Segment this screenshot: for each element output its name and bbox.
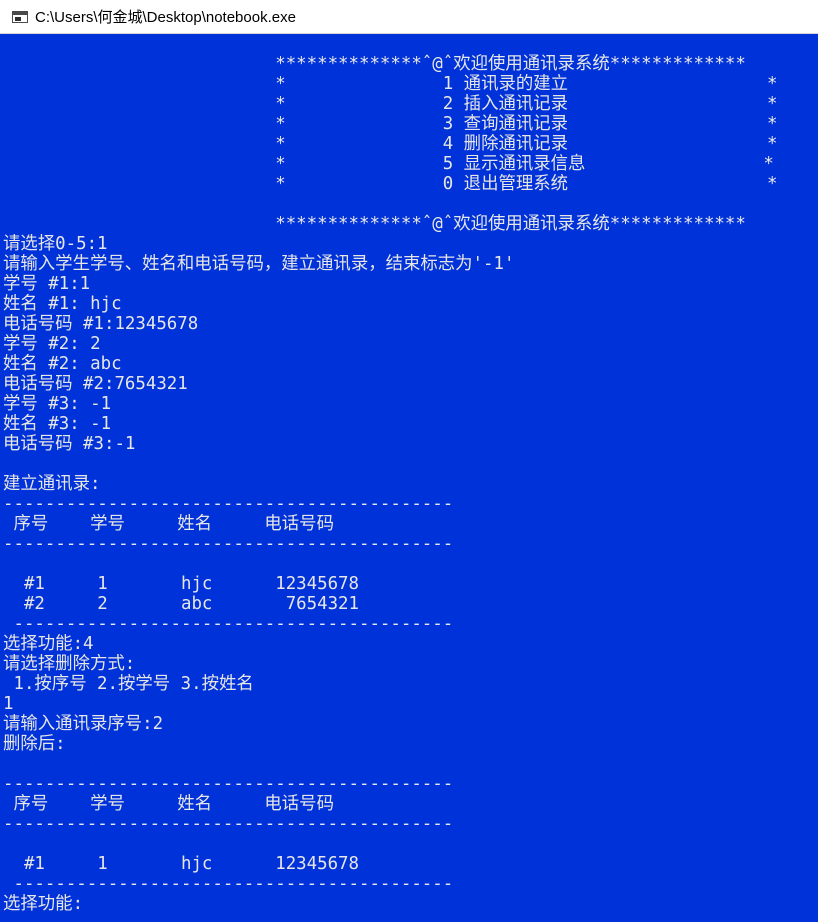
console-line: ----------------------------------------… — [3, 874, 454, 894]
console-line: * 0 退出管理系统 * — [3, 174, 778, 194]
console-line: 电话号码 #1:12345678 — [3, 314, 199, 334]
console-line: 学号 #2: 2 — [3, 334, 101, 354]
console-line: **************ˆ@ˆ欢迎使用通讯录系统************* — [3, 214, 746, 234]
console-line: 学号 #3: -1 — [3, 394, 112, 414]
console-line: ----------------------------------------… — [3, 614, 454, 634]
console-line: * 5 显示通讯录信息 * — [3, 154, 774, 174]
console-line: 序号 学号 姓名 电话号码 — [3, 794, 334, 814]
window-title: C:\Users\何金城\Desktop\notebook.exe — [35, 9, 296, 26]
console-line: ----------------------------------------… — [3, 494, 454, 514]
console-line: 删除后: — [3, 734, 66, 754]
console-line: 电话号码 #3:-1 — [3, 434, 136, 454]
console-line: 姓名 #3: -1 — [3, 414, 112, 434]
console-line: 姓名 #1: hjc — [3, 294, 122, 314]
console-window: C:\Users\何金城\Desktop\notebook.exe ******… — [0, 0, 818, 922]
console-line: 选择功能:4 — [3, 634, 94, 654]
console-line: 请选择删除方式: — [3, 654, 136, 674]
console-line: * 4 删除通讯记录 * — [3, 134, 778, 154]
console-line: #1 1 hjc 12345678 — [3, 854, 359, 874]
console-line: 1 — [3, 694, 14, 714]
console-line: #2 2 abc 7654321 — [3, 594, 359, 614]
console-line: 建立通讯录: — [3, 474, 101, 494]
console-line: * 2 插入通讯记录 * — [3, 94, 778, 114]
console-line: 1.按序号 2.按学号 3.按姓名 — [3, 674, 254, 694]
console-line: ----------------------------------------… — [3, 774, 454, 794]
console-line: ----------------------------------------… — [3, 534, 454, 554]
console-line: 姓名 #2: abc — [3, 354, 122, 374]
console-line: 电话号码 #2:7654321 — [3, 374, 188, 394]
console-line: **************ˆ@ˆ欢迎使用通讯录系统************* — [3, 54, 746, 74]
console-line: 请输入学生学号、姓名和电话号码，建立通讯录，结束标志为'-1' — [3, 254, 515, 274]
console-line: 序号 学号 姓名 电话号码 — [3, 514, 334, 534]
console-line: 学号 #1:1 — [3, 274, 91, 294]
console-line: * 1 通讯录的建立 * — [3, 74, 778, 94]
console-app-icon — [12, 10, 28, 23]
console-line: #1 1 hjc 12345678 — [3, 574, 359, 594]
console-line: * 3 查询通讯记录 * — [3, 114, 778, 134]
title-bar[interactable]: C:\Users\何金城\Desktop\notebook.exe — [0, 0, 818, 34]
console-line: 请选择0-5:1 — [3, 234, 108, 254]
console-output[interactable]: **************ˆ@ˆ欢迎使用通讯录系统************* … — [0, 34, 818, 922]
console-line: 选择功能: — [3, 894, 84, 914]
console-line: ----------------------------------------… — [3, 814, 454, 834]
console-line: 请输入通讯录序号:2 — [3, 714, 164, 734]
